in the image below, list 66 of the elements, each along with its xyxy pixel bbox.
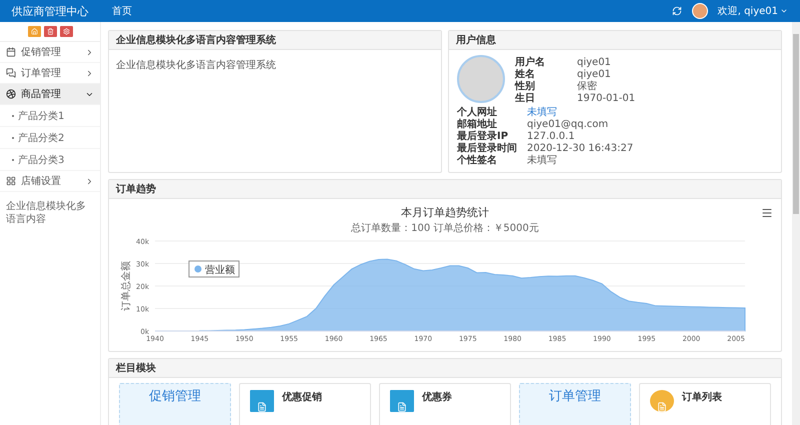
field-value: qiye01@qq.com [527, 119, 610, 130]
quick-button[interactable] [60, 26, 72, 37]
field-value: 127.0.0.1 [527, 131, 576, 142]
sidebar-subitem[interactable]: 产品分类2 [0, 127, 100, 149]
field-value: 未填写 [527, 155, 558, 166]
panel-title: 栏目模块 [109, 359, 781, 378]
chevron-right-icon [85, 48, 94, 56]
legend-label: 营业额 [205, 264, 235, 276]
module-card[interactable]: 促销管理 [119, 383, 231, 425]
module-card[interactable]: 订单列表 [639, 383, 771, 425]
field-value: 2020-12-30 16:43:27 [527, 143, 634, 154]
trash-icon [46, 28, 54, 35]
user-menu[interactable]: 欢迎, qiye01 [718, 4, 788, 18]
field-value: qiye01 [577, 69, 612, 80]
field-label: 最后登录时间 [457, 143, 518, 154]
module-title: 订单管理 [549, 389, 601, 406]
quick-button[interactable] [44, 26, 56, 37]
chart-legend: 营业额 [188, 260, 240, 278]
module-title: 优惠券 [422, 390, 452, 405]
field-label: 姓名 [515, 69, 536, 80]
panel-title: 企业信息模块化多语言内容管理系统 [109, 31, 441, 50]
nav-link[interactable]: 首页 [112, 4, 132, 18]
quick-button[interactable] [28, 26, 40, 37]
chevron-right-icon [85, 176, 94, 186]
intro-text: 企业信息模块化多语言内容管理系统 [116, 58, 277, 72]
module-title: 促销管理 [149, 389, 201, 406]
sidebar-footer-text: 企业信息模块化多语言内容 [5, 200, 87, 227]
menu-icon[interactable] [761, 207, 773, 219]
brand-title: 供应商管理中心 [10, 4, 90, 18]
sidebar-subitem[interactable]: 产品分类3 [0, 149, 100, 171]
field-label: 邮箱地址 [457, 119, 498, 130]
caret-icon [780, 7, 788, 15]
sidebar-item[interactable]: 促销管理 [0, 42, 100, 63]
photo-placeholder [457, 55, 505, 103]
module-card[interactable]: 优惠券 [379, 383, 511, 425]
chevron-right-icon [85, 68, 94, 78]
field-label: 用户名 [515, 57, 546, 68]
chart-subtitle: 总订单数量：100 订单总价格：￥5000元 [351, 223, 539, 234]
field-label: 个人网址 [457, 107, 498, 118]
refresh-icon[interactable] [672, 6, 682, 16]
chart-title: 本月订单趋势统计 [401, 206, 489, 219]
module-card[interactable]: 优惠促销 [239, 383, 371, 425]
module-title: 订单列表 [682, 390, 722, 405]
chat-icon [6, 68, 16, 78]
module-card[interactable]: 订单管理 [519, 383, 631, 425]
field-label: 最后登录IP [457, 131, 510, 142]
calendar-icon [6, 47, 16, 57]
sidebar-subitem[interactable]: 产品分类1 [0, 105, 100, 127]
settings-icon [62, 28, 70, 35]
ball-icon [6, 89, 16, 99]
sidebar-item[interactable]: 店铺设置 [0, 171, 100, 192]
field-label: 个性签名 [457, 155, 498, 166]
panel-title: 订单趋势 [109, 180, 781, 199]
home-icon [30, 28, 38, 35]
sidebar-item[interactable]: 商品管理 [0, 84, 100, 105]
field-label: 生日 [515, 93, 536, 104]
panel-title: 用户信息 [449, 31, 781, 50]
field-value: qiye01 [577, 57, 612, 68]
module-title: 优惠促销 [282, 390, 322, 405]
field-label: 性别 [515, 81, 536, 92]
grid-icon [6, 176, 16, 186]
user-avatar [692, 3, 708, 19]
field-value: 1970-01-01 [577, 93, 636, 104]
field-link[interactable]: 未填写 [527, 107, 773, 118]
y-axis-title: 订单总金额 [121, 261, 132, 311]
field-value: 保密 [577, 81, 598, 92]
